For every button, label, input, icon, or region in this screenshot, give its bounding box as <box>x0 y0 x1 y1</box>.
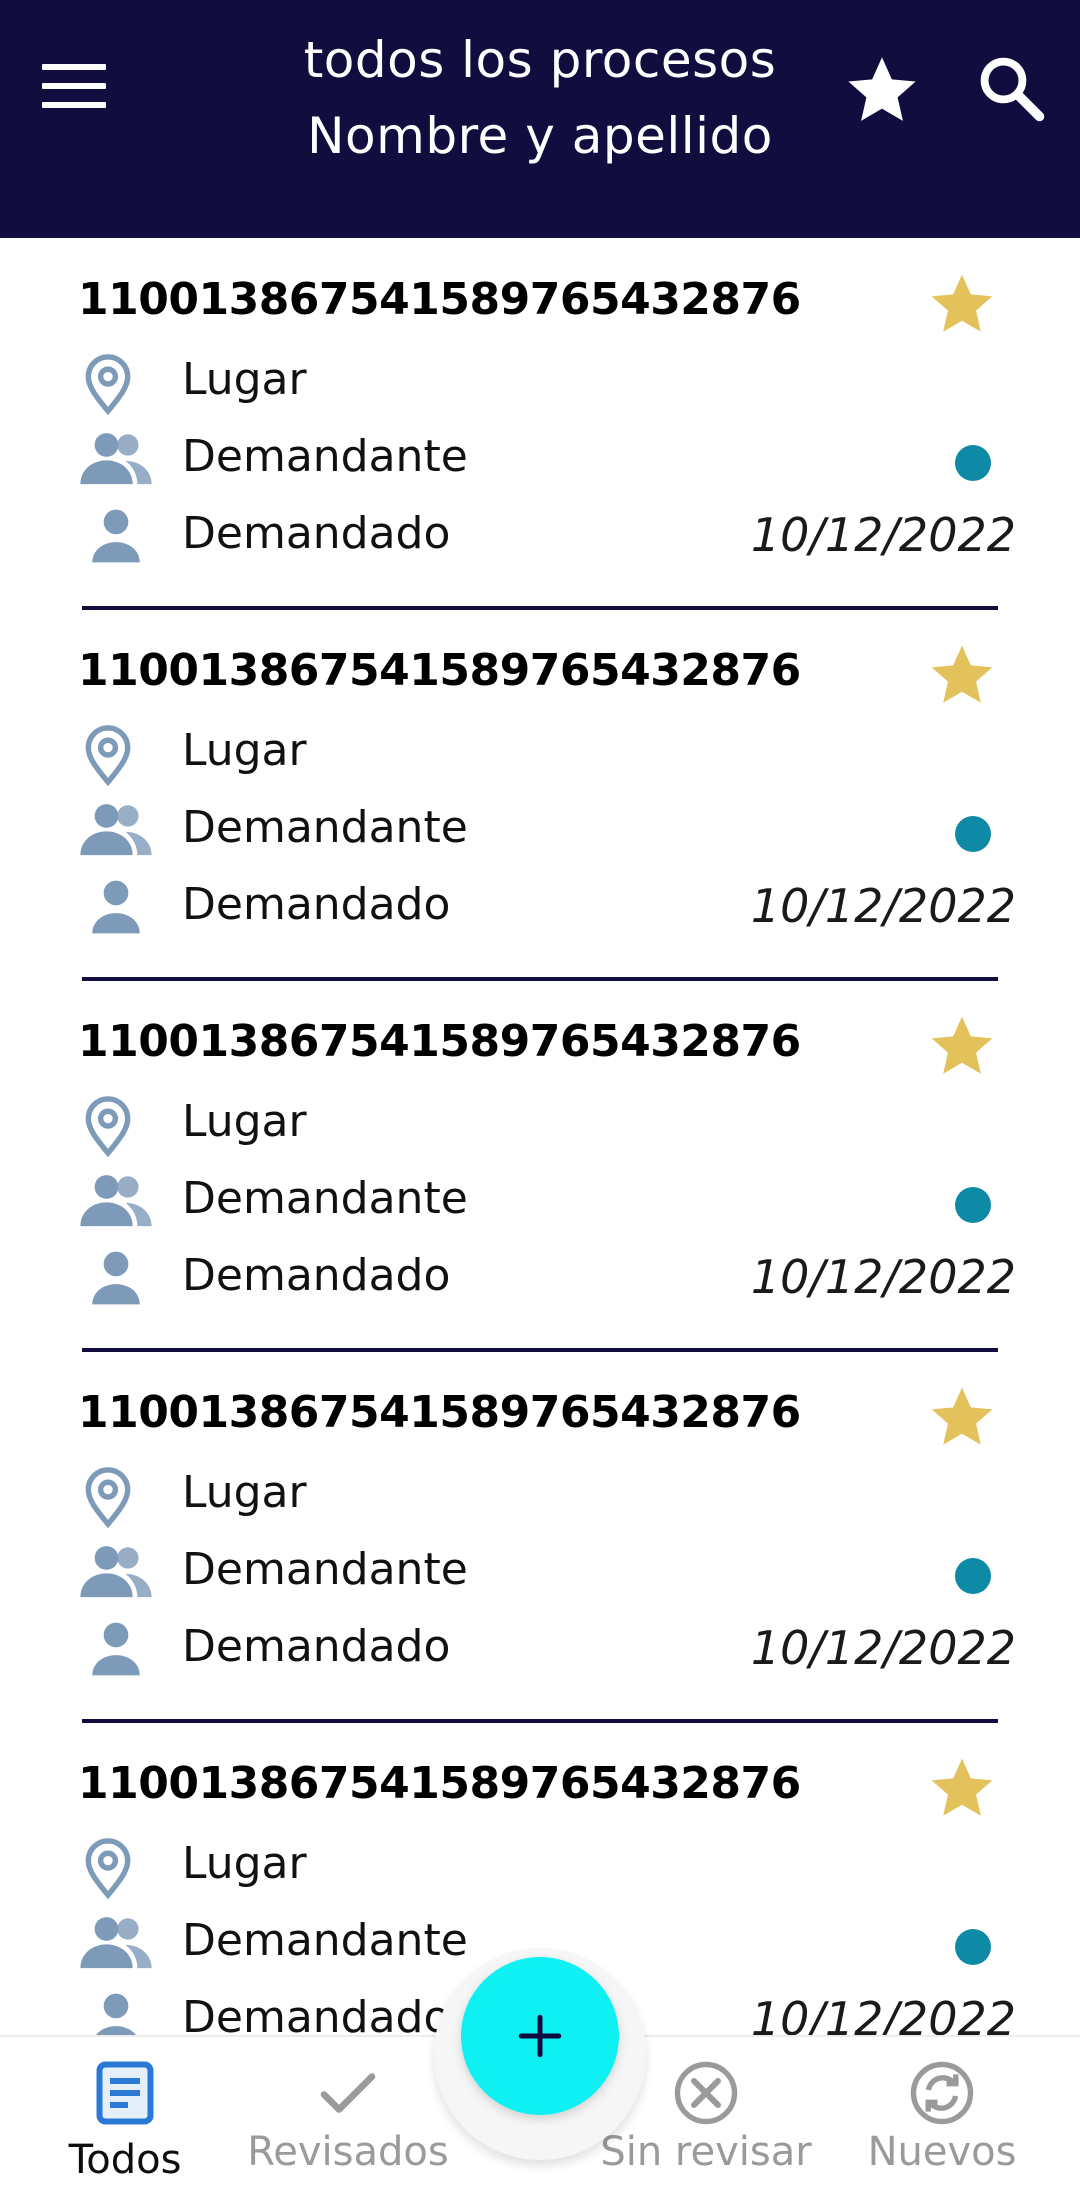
defendant-row: Demandado 10/12/2022 <box>78 1613 1016 1683</box>
menu-icon[interactable] <box>42 64 112 116</box>
location-pin-icon <box>78 723 154 787</box>
defendant-label: Demandado <box>182 1992 451 2035</box>
place-label: Lugar <box>182 1838 307 1889</box>
process-card[interactable]: 110013867541589765432876 Lugar Demandant… <box>0 609 1080 981</box>
group-icon <box>78 1171 154 1235</box>
status-dot <box>955 445 991 481</box>
favorite-star-icon[interactable] <box>924 268 1000 340</box>
search-icon[interactable] <box>975 52 1055 132</box>
place-row: Lugar <box>78 717 1008 787</box>
nav-tab-todos[interactable]: Todos <box>40 2037 210 2186</box>
plaintiff-label: Demandante <box>182 1915 468 1966</box>
person-icon <box>78 1248 154 1312</box>
place-label: Lugar <box>182 1467 307 1518</box>
place-row: Lugar <box>78 346 1008 416</box>
plaintiff-row: Demandante <box>78 423 1008 493</box>
header-titles: todos los procesos Nombre y apellido <box>250 22 830 174</box>
process-card[interactable]: 110013867541589765432876 Lugar Demandant… <box>0 1351 1080 1723</box>
defendant-label: Demandado <box>182 508 451 559</box>
nav-tab-nuevos[interactable]: Nuevos <box>858 2037 1026 2186</box>
defendant-label: Demandado <box>182 1621 451 1672</box>
nav-label: Sin revisar <box>600 2129 812 2175</box>
process-date: 10/12/2022 <box>750 879 1016 933</box>
status-dot <box>955 816 991 852</box>
person-icon <box>78 1619 154 1683</box>
process-date: 10/12/2022 <box>750 508 1016 562</box>
location-pin-icon <box>78 352 154 416</box>
favorite-star-icon[interactable] <box>924 1010 1000 1082</box>
favorite-star-icon[interactable] <box>924 1381 1000 1453</box>
plaintiff-label: Demandante <box>182 1544 468 1595</box>
page-subtitle: Nombre y apellido <box>307 107 773 165</box>
plus-icon <box>518 2014 562 2058</box>
status-dot <box>955 1558 991 1594</box>
process-date: 10/12/2022 <box>750 1250 1016 1304</box>
nav-tab-revisados[interactable]: Revisados <box>236 2037 460 2186</box>
group-icon <box>78 800 154 864</box>
check-icon <box>312 2057 384 2129</box>
close-circle-icon <box>670 2057 742 2129</box>
group-icon <box>78 1913 154 1977</box>
favorite-star-icon[interactable] <box>924 1752 1000 1824</box>
nav-label: Todos <box>68 2137 182 2183</box>
process-card[interactable]: 110013867541589765432876 Lugar Demandant… <box>0 980 1080 1352</box>
nav-label: Revisados <box>247 2129 449 2175</box>
place-row: Lugar <box>78 1088 1008 1158</box>
plaintiff-row: Demandante <box>78 1165 1008 1235</box>
plaintiff-label: Demandante <box>182 1173 468 1224</box>
plaintiff-row: Demandante <box>78 1536 1008 1606</box>
location-pin-icon <box>78 1836 154 1900</box>
place-label: Lugar <box>182 1096 307 1147</box>
process-number: 110013867541589765432876 <box>78 274 801 325</box>
status-dot <box>955 1187 991 1223</box>
defendant-row: Demandado 10/12/2022 <box>78 1242 1016 1312</box>
process-card[interactable]: 110013867541589765432876 Lugar Demandant… <box>0 238 1080 610</box>
person-icon <box>78 877 154 941</box>
defendant-label: Demandado <box>182 879 451 930</box>
sync-icon <box>906 2057 978 2129</box>
person-icon <box>78 506 154 570</box>
page-title: todos los procesos <box>303 31 777 89</box>
defendant-row: Demandado 10/12/2022 <box>78 871 1016 941</box>
document-icon <box>89 2057 161 2129</box>
plaintiff-label: Demandante <box>182 802 468 853</box>
group-icon <box>78 1542 154 1606</box>
plaintiff-row: Demandante <box>78 794 1008 864</box>
defendant-row: Demandado 10/12/2022 <box>78 500 1016 570</box>
place-label: Lugar <box>182 354 307 405</box>
favorites-star-icon[interactable] <box>842 50 922 130</box>
app-header: todos los procesos Nombre y apellido <box>0 0 1080 238</box>
plaintiff-label: Demandante <box>182 431 468 482</box>
defendant-label: Demandado <box>182 1250 451 1301</box>
location-pin-icon <box>78 1465 154 1529</box>
process-date: 10/12/2022 <box>750 1992 1016 2035</box>
process-number: 110013867541589765432876 <box>78 1758 801 1809</box>
status-dot <box>955 1929 991 1965</box>
nav-label: Nuevos <box>867 2129 1017 2175</box>
process-number: 110013867541589765432876 <box>78 1387 801 1438</box>
place-row: Lugar <box>78 1830 1008 1900</box>
location-pin-icon <box>78 1094 154 1158</box>
person-icon <box>78 1990 154 2035</box>
process-date: 10/12/2022 <box>750 1621 1016 1675</box>
place-label: Lugar <box>182 725 307 776</box>
favorite-star-icon[interactable] <box>924 639 1000 711</box>
group-icon <box>78 429 154 493</box>
process-list[interactable]: 110013867541589765432876 Lugar Demandant… <box>0 238 1080 2035</box>
process-number: 110013867541589765432876 <box>78 645 801 696</box>
add-process-button[interactable] <box>461 1957 619 2115</box>
place-row: Lugar <box>78 1459 1008 1529</box>
process-number: 110013867541589765432876 <box>78 1016 801 1067</box>
